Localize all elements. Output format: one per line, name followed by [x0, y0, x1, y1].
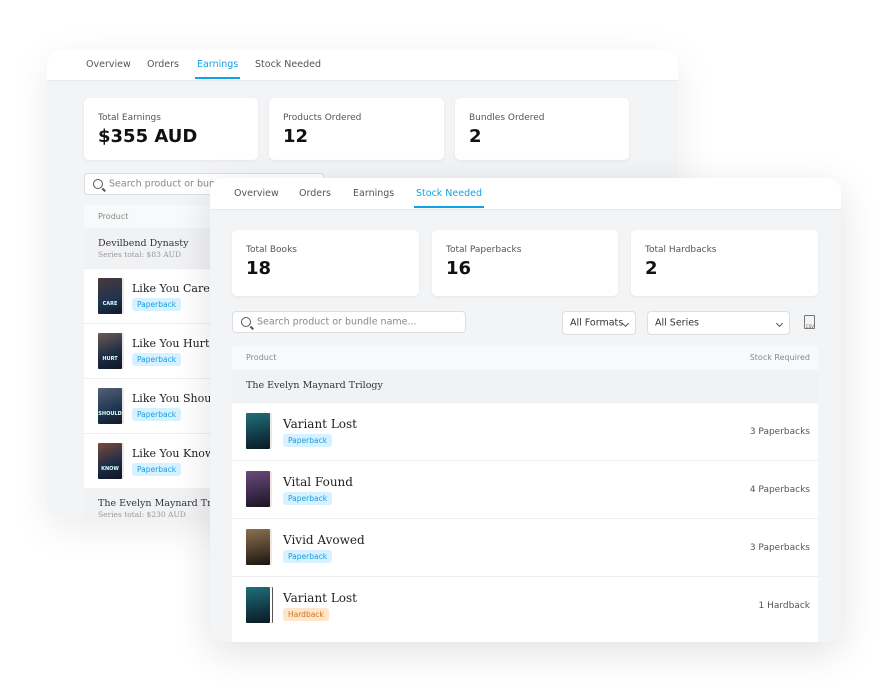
- tab-stock-needed[interactable]: Stock Needed: [255, 59, 321, 70]
- csv-label: CSV: [805, 324, 814, 329]
- search-input[interactable]: Search product or bundle name...: [232, 311, 466, 333]
- series-name: Devilbend Dynasty: [98, 238, 189, 249]
- product-title: Variant Lost: [283, 591, 357, 605]
- book-cover-image: [246, 471, 270, 507]
- cover-text: HURT: [102, 356, 118, 362]
- format-badge: Paperback: [283, 550, 333, 563]
- format-badge: Paperback: [132, 298, 182, 311]
- tab-overview[interactable]: Overview: [234, 188, 279, 199]
- tab-stock-needed[interactable]: Stock Needed: [413, 188, 485, 208]
- series-row[interactable]: The Evelyn Maynard Trilogy: [232, 370, 818, 402]
- stock-required: 1 Hardback: [758, 601, 810, 611]
- cover-text: SHOULD: [98, 411, 122, 417]
- card-value: 18: [246, 258, 272, 279]
- product-title: Vital Found: [283, 475, 353, 489]
- cover-text: CARE: [102, 301, 118, 307]
- book-cover-image: KNOW: [98, 443, 122, 479]
- card-value: 2: [645, 258, 658, 279]
- card-label: Products Ordered: [283, 113, 362, 123]
- book-cover-image: [246, 413, 270, 449]
- tab-earnings[interactable]: Earnings: [194, 59, 241, 79]
- format-badge: Paperback: [283, 434, 333, 447]
- total-earnings-card: Total Earnings $355 AUD: [84, 98, 258, 160]
- search-icon: [93, 179, 103, 189]
- tab-overview[interactable]: Overview: [86, 59, 131, 70]
- format-badge: Hardback: [283, 608, 329, 621]
- card-value: 16: [446, 258, 472, 279]
- column-stock-required: Stock Required: [749, 353, 810, 362]
- product-title: Vivid Avowed: [283, 533, 365, 547]
- tab-orders[interactable]: Orders: [299, 188, 331, 199]
- chevron-down-icon: [775, 319, 784, 327]
- dropdown-value: All Formats: [570, 317, 624, 329]
- column-product: Product: [246, 353, 277, 362]
- tab-bar: Overview Orders Earnings Stock Needed: [210, 178, 841, 210]
- card-value: 12: [283, 126, 309, 147]
- dropdown-value: All Series: [655, 317, 700, 329]
- series-name: The Evelyn Maynard Trilogy: [246, 380, 383, 391]
- series-total: Series total: $83 AUD: [98, 250, 182, 259]
- format-filter-dropdown[interactable]: All Formats: [562, 311, 636, 335]
- table-row[interactable]: Variant Lost Paperback 3 Paperbacks: [232, 402, 818, 460]
- card-label: Total Hardbacks: [645, 245, 717, 255]
- format-badge: Paperback: [132, 463, 182, 476]
- tab-earnings[interactable]: Earnings: [353, 188, 394, 199]
- stock-needed-panel: Overview Orders Earnings Stock Needed To…: [210, 178, 841, 642]
- tab-orders[interactable]: Orders: [147, 59, 179, 70]
- card-label: Total Paperbacks: [446, 245, 522, 255]
- table-row[interactable]: Vivid Avowed Paperback 3 Paperbacks: [232, 518, 818, 576]
- format-badge: Paperback: [283, 492, 333, 505]
- card-label: Total Books: [246, 245, 297, 255]
- products-ordered-card: Products Ordered 12: [269, 98, 444, 160]
- search-placeholder: Search product or bundle name...: [257, 316, 417, 328]
- book-cover-image: CARE: [98, 278, 122, 314]
- format-badge: Paperback: [132, 353, 182, 366]
- card-value: 2: [469, 126, 482, 147]
- bundles-ordered-card: Bundles Ordered 2: [455, 98, 629, 160]
- total-paperbacks-card: Total Paperbacks 16: [432, 230, 618, 296]
- book-cover-image: HURT: [98, 333, 122, 369]
- stock-required: 3 Paperbacks: [749, 427, 810, 437]
- total-books-card: Total Books 18: [232, 230, 419, 296]
- stock-required: 4 Paperbacks: [749, 485, 810, 495]
- format-badge: Paperback: [132, 408, 182, 421]
- series-total: Series total: $230 AUD: [98, 510, 186, 518]
- search-icon: [241, 317, 251, 327]
- card-label: Bundles Ordered: [469, 113, 545, 123]
- csv-file-icon[interactable]: CSV: [804, 315, 815, 329]
- book-cover-image: [246, 529, 270, 565]
- table-row[interactable]: Variant Lost Hardback 1 Hardback: [232, 576, 818, 634]
- stock-required: 3 Paperbacks: [749, 543, 810, 553]
- product-title: Like You Know: [132, 447, 215, 460]
- series-filter-dropdown[interactable]: All Series: [647, 311, 790, 335]
- product-title: Like You Hurt: [132, 337, 210, 350]
- tab-bar: Overview Orders Earnings Stock Needed: [47, 50, 678, 81]
- stock-table: Product Stock Required The Evelyn Maynar…: [232, 346, 818, 642]
- cover-text: KNOW: [101, 466, 119, 472]
- card-value: $355 AUD: [98, 126, 198, 147]
- table-row[interactable]: Vital Found Paperback 4 Paperbacks: [232, 460, 818, 518]
- column-product: Product: [98, 212, 129, 221]
- book-cover-image: SHOULD: [98, 388, 122, 424]
- card-label: Total Earnings: [98, 113, 161, 123]
- product-title: Like You Should: [132, 392, 222, 405]
- book-cover-image: [246, 587, 270, 623]
- product-title: Like You Care: [132, 282, 210, 295]
- product-title: Variant Lost: [283, 417, 357, 431]
- total-hardbacks-card: Total Hardbacks 2: [631, 230, 818, 296]
